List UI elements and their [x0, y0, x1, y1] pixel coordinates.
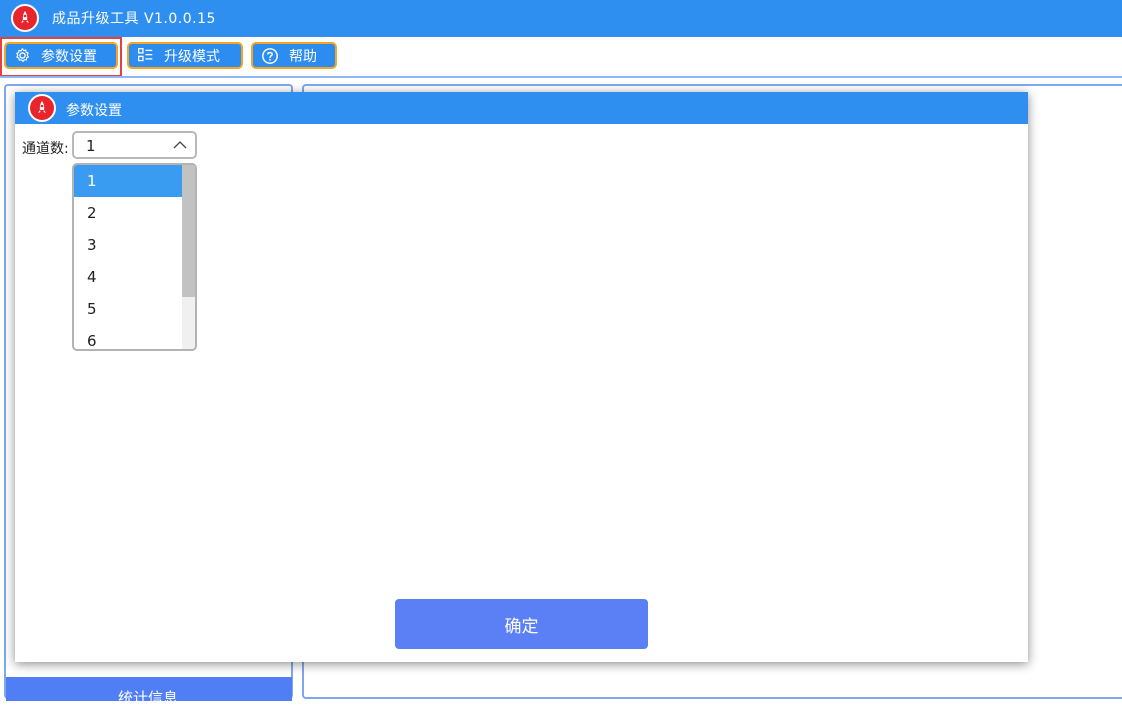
chevron-up-icon	[173, 141, 187, 149]
params-dialog: 参数设置 通道数: 1 1 2 3 4 5 6 确定	[15, 92, 1028, 662]
statistics-button-label: 统计信息	[118, 689, 179, 707]
channel-count-value: 1	[86, 137, 96, 155]
dialog-title-bar[interactable]: 参数设置	[15, 92, 1028, 124]
app-title: 成品升级工具 V1.0.0.15	[52, 11, 216, 27]
channel-count-dropdown: 1 2 3 4 5 6	[72, 163, 197, 351]
rocket-icon	[11, 4, 39, 32]
dropdown-option[interactable]: 6	[74, 325, 183, 349]
channel-count-select[interactable]: 1	[72, 131, 197, 159]
toolbar-help-label: 帮助	[289, 48, 317, 65]
title-bar: 成品升级工具 V1.0.0.15	[0, 0, 1122, 37]
confirm-button[interactable]: 确定	[395, 599, 648, 649]
toolbar-params-button[interactable]: 参数设置	[4, 42, 118, 69]
help-icon	[262, 47, 278, 64]
scrollbar-thumb[interactable]	[182, 165, 195, 297]
dropdown-option[interactable]: 1	[74, 165, 183, 197]
list-icon	[138, 48, 153, 62]
toolbar: 参数设置 升级模式 帮助	[0, 37, 1122, 77]
dropdown-option[interactable]: 2	[74, 197, 183, 229]
toolbar-upgrade-mode-button[interactable]: 升级模式	[127, 42, 243, 69]
toolbar-params-label: 参数设置	[41, 48, 97, 65]
toolbar-upgrade-mode-label: 升级模式	[164, 48, 220, 65]
rocket-icon	[28, 94, 56, 122]
toolbar-help-button[interactable]: 帮助	[251, 42, 337, 69]
toolbar-divider	[0, 76, 1122, 78]
dropdown-option[interactable]: 4	[74, 261, 183, 293]
dialog-title: 参数设置	[66, 103, 122, 119]
statistics-button[interactable]: 统计信息	[6, 677, 292, 707]
gear-icon	[16, 48, 30, 63]
channel-count-label: 通道数:	[22, 141, 69, 157]
dropdown-option[interactable]: 3	[74, 229, 183, 261]
dropdown-scrollbar[interactable]	[182, 165, 195, 349]
dropdown-option[interactable]: 5	[74, 293, 183, 325]
